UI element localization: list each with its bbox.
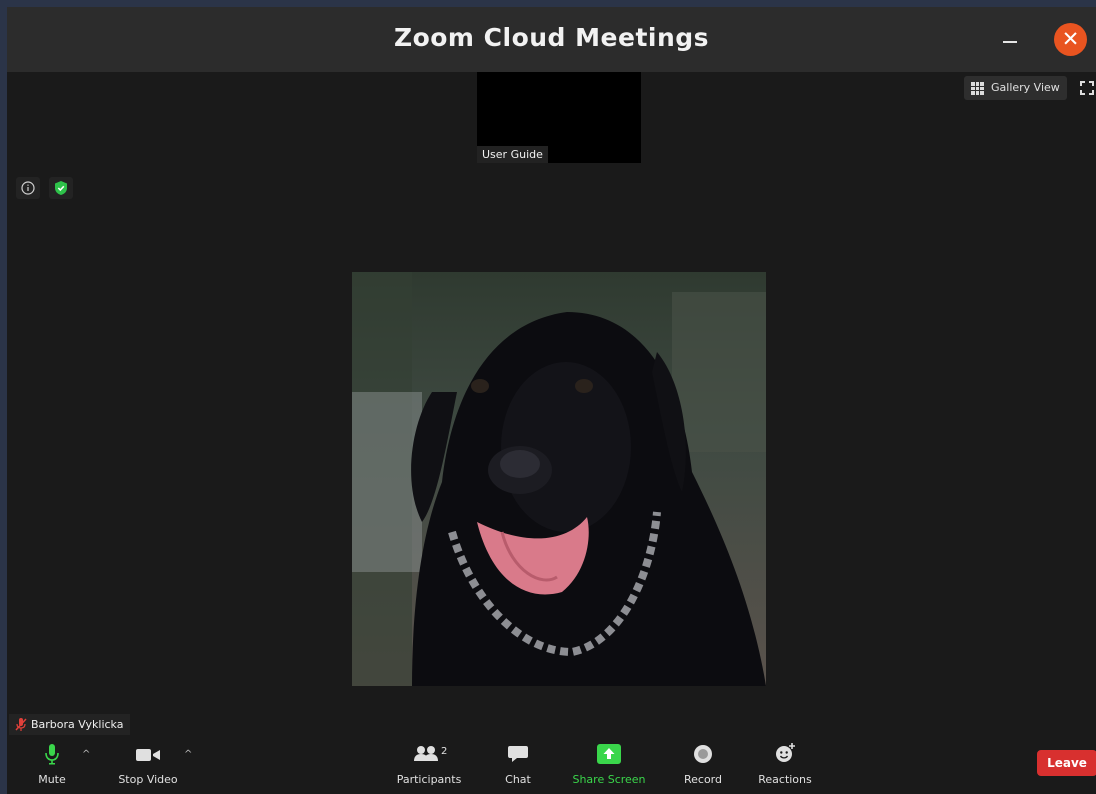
leave-button[interactable]: Leave: [1037, 750, 1096, 776]
grid-icon: [971, 82, 984, 95]
info-icon[interactable]: [16, 177, 40, 199]
gallery-view-label: Gallery View: [991, 81, 1060, 94]
participant-name: Barbora Vyklicka: [31, 718, 124, 731]
stop-video-label: Stop Video: [118, 773, 178, 786]
fullscreen-icon[interactable]: [1080, 81, 1094, 95]
minimize-icon[interactable]: [1003, 41, 1017, 43]
shield-check-icon[interactable]: [49, 177, 73, 199]
video-options-chevron-icon[interactable]: ^: [184, 749, 194, 760]
video-frame-dog: [352, 272, 766, 686]
meeting-toolbar: Mute ^ Stop Video ^ 2 Participants Chat …: [7, 735, 1096, 794]
share-screen-icon: [597, 744, 621, 764]
reactions-label: Reactions: [758, 773, 812, 786]
participants-count: 2: [441, 746, 447, 757]
participants-icon: 2: [414, 746, 447, 761]
chat-icon: [508, 746, 528, 762]
participants-button[interactable]: 2 Participants: [395, 735, 463, 794]
chat-button[interactable]: Chat: [500, 735, 536, 794]
reactions-icon: [776, 743, 795, 762]
mute-label: Mute: [38, 773, 66, 786]
record-icon: [694, 745, 712, 763]
audio-options-chevron-icon[interactable]: ^: [82, 749, 92, 760]
window-title: Zoom Cloud Meetings: [393, 23, 710, 52]
close-icon[interactable]: ✕: [1054, 23, 1087, 56]
share-screen-button[interactable]: Share Screen: [570, 735, 648, 794]
participant-name-tag: Barbora Vyklicka: [9, 714, 131, 735]
share-screen-label: Share Screen: [572, 773, 646, 786]
chat-label: Chat: [505, 773, 531, 786]
mic-icon: [45, 744, 59, 765]
gallery-view-button[interactable]: Gallery View: [964, 76, 1067, 100]
video-strip-user-guide[interactable]: User Guide: [477, 72, 641, 163]
video-camera-icon: [136, 749, 160, 761]
mic-off-icon: [15, 718, 27, 731]
zoom-window: Zoom Cloud Meetings ✕ User Guide Gallery…: [7, 7, 1096, 794]
mute-button[interactable]: Mute: [34, 735, 70, 794]
record-label: Record: [683, 773, 722, 786]
record-button[interactable]: Record: [679, 735, 727, 794]
active-speaker-video: [352, 272, 766, 686]
reactions-button[interactable]: Reactions: [755, 735, 815, 794]
strip-participant-label: User Guide: [477, 146, 548, 163]
participants-label: Participants: [396, 773, 462, 786]
stop-video-button[interactable]: Stop Video: [115, 735, 181, 794]
title-bar: Zoom Cloud Meetings ✕: [7, 7, 1096, 72]
